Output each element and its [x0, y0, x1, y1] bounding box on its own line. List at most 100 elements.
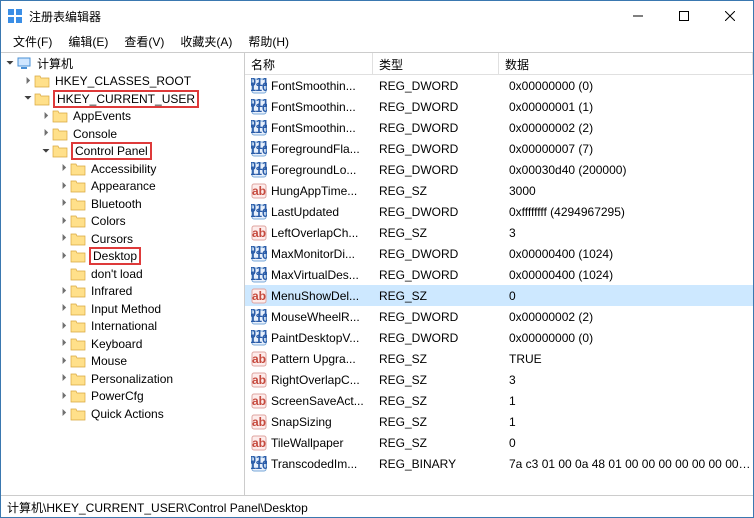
maximize-button[interactable] [661, 1, 707, 31]
value-row[interactable]: 011110LastUpdatedREG_DWORD0xffffffff (42… [245, 201, 753, 222]
value-row[interactable]: 011110FontSmoothin...REG_DWORD0x00000002… [245, 117, 753, 138]
chevron-right-icon[interactable]: ⏵ [58, 338, 70, 349]
chevron-right-icon[interactable]: ⏵ [58, 391, 70, 402]
col-data[interactable]: 数据 [499, 53, 753, 74]
value-row[interactable]: abLeftOverlapCh...REG_SZ3 [245, 222, 753, 243]
chevron-right-icon[interactable]: ⏵ [58, 408, 70, 419]
value-row[interactable]: 011110ForegroundLo...REG_DWORD0x00030d40… [245, 159, 753, 180]
value-row[interactable]: abPattern Upgra...REG_SZTRUE [245, 348, 753, 369]
string-icon: ab [251, 414, 267, 430]
value-name: ScreenSaveAct... [271, 394, 375, 408]
value-row[interactable]: abScreenSaveAct...REG_SZ1 [245, 390, 753, 411]
tree-item[interactable]: ⏵Input Method [1, 300, 244, 318]
folder-icon [70, 407, 86, 421]
chevron-right-icon[interactable]: ⏵ [58, 233, 70, 244]
chevron-right-icon[interactable]: ⏵ [40, 111, 52, 122]
svg-text:110: 110 [251, 206, 267, 220]
chevron-down-icon[interactable]: ⏷ [22, 93, 34, 104]
value-data: 0 [501, 289, 753, 303]
value-data: 0x00000002 (2) [501, 310, 753, 324]
value-row[interactable]: 011110FontSmoothin...REG_DWORD0x00000001… [245, 96, 753, 117]
tree-item[interactable]: ⏵International [1, 318, 244, 336]
chevron-down-icon[interactable]: ⏷ [40, 146, 52, 157]
value-row[interactable]: abHungAppTime...REG_SZ3000 [245, 180, 753, 201]
tree-item[interactable]: ⏵ HKEY_CLASSES_ROOT [1, 73, 244, 91]
binary-icon: 011110 [251, 141, 267, 157]
chevron-right-icon[interactable]: ⏵ [58, 181, 70, 192]
value-row[interactable]: 011110FontSmoothin...REG_DWORD0x00000000… [245, 75, 753, 96]
chevron-right-icon[interactable]: ⏵ [22, 76, 34, 87]
tree-item-label: HKEY_CLASSES_ROOT [53, 74, 193, 88]
tree-item[interactable]: ⏵Quick Actions [1, 405, 244, 423]
menu-view[interactable]: 查看(V) [116, 31, 172, 52]
tree-item[interactable]: ⏵Keyboard [1, 335, 244, 353]
folder-icon [70, 354, 86, 368]
value-type: REG_SZ [375, 352, 501, 366]
tree-item[interactable]: ⏷HKEY_CURRENT_USER [1, 90, 244, 108]
svg-text:110: 110 [251, 311, 267, 325]
chevron-right-icon[interactable]: ⏵ [58, 373, 70, 384]
tree-item[interactable]: ⏵ PowerCfg [1, 388, 244, 406]
value-type: REG_DWORD [375, 310, 501, 324]
svg-text:110: 110 [251, 143, 267, 157]
value-type: REG_SZ [375, 184, 501, 198]
tree-item[interactable]: ⏵ Cursors [1, 230, 244, 248]
tree-item-label: Cursors [89, 232, 135, 246]
value-row[interactable]: abTileWallpaperREG_SZ0 [245, 432, 753, 453]
folder-icon [52, 144, 68, 158]
tree-pane[interactable]: ⏷计算机⏵HKEY_CLASSES_ROOT⏷HKEY_CURRENT_USER… [1, 53, 245, 495]
value-row[interactable]: abRightOverlapC...REG_SZ3 [245, 369, 753, 390]
folder-icon [70, 179, 86, 193]
close-button[interactable] [707, 1, 753, 31]
value-row[interactable]: abSnapSizingREG_SZ1 [245, 411, 753, 432]
menu-favorites[interactable]: 收藏夹(A) [172, 31, 240, 52]
chevron-right-icon[interactable]: ⏵ [58, 198, 70, 209]
tree-item[interactable]: ⏵Infrared [1, 283, 244, 301]
svg-text:110: 110 [251, 458, 267, 472]
tree-item[interactable]: ⏷Control Panel [1, 143, 244, 161]
menu-help[interactable]: 帮助(H) [240, 31, 297, 52]
chevron-right-icon[interactable]: ⏵ [58, 286, 70, 297]
svg-text:110: 110 [251, 332, 267, 346]
string-icon: ab [251, 183, 267, 199]
chevron-right-icon[interactable]: ⏵ [58, 321, 70, 332]
tree-item[interactable]: ⏵Desktop [1, 248, 244, 266]
tree-item[interactable]: ⏵Mouse [1, 353, 244, 371]
chevron-right-icon[interactable]: ⏵ [58, 251, 70, 262]
chevron-right-icon[interactable]: ⏵ [58, 356, 70, 367]
tree-item[interactable]: ⏵Appearance [1, 178, 244, 196]
tree-item[interactable]: ⏵Accessibility [1, 160, 244, 178]
menu-file[interactable]: 文件(F) [5, 31, 60, 52]
value-list[interactable]: 011110FontSmoothin...REG_DWORD0x00000000… [245, 75, 753, 495]
string-icon: ab [251, 351, 267, 367]
tree-item-label: 计算机 [35, 55, 75, 72]
minimize-button[interactable] [615, 1, 661, 31]
value-row[interactable]: 011110PaintDesktopV...REG_DWORD0x0000000… [245, 327, 753, 348]
chevron-right-icon[interactable]: ⏵ [58, 303, 70, 314]
folder-icon [70, 232, 86, 246]
menu-bar: 文件(F) 编辑(E) 查看(V) 收藏夹(A) 帮助(H) [1, 31, 753, 53]
chevron-down-icon[interactable]: ⏷ [4, 58, 16, 69]
value-row[interactable]: 011110MaxVirtualDes...REG_DWORD0x0000040… [245, 264, 753, 285]
folder-icon [70, 197, 86, 211]
tree-item[interactable]: ⏷ 计算机 [1, 55, 244, 73]
value-row[interactable]: 011110TranscodedIm...REG_BINARY7a c3 01 … [245, 453, 753, 474]
col-type[interactable]: 类型 [373, 53, 499, 74]
folder-icon [70, 214, 86, 228]
menu-edit[interactable]: 编辑(E) [60, 31, 116, 52]
chevron-right-icon[interactable]: ⏵ [58, 216, 70, 227]
tree-item[interactable]: ⏵Console [1, 125, 244, 143]
value-row[interactable]: 011110MouseWheelR...REG_DWORD0x00000002 … [245, 306, 753, 327]
tree-item[interactable]: ⏵Colors [1, 213, 244, 231]
tree-item[interactable]: ⏵Personalization [1, 370, 244, 388]
tree-item[interactable]: don't load [1, 265, 244, 283]
value-row[interactable]: 011110MaxMonitorDi...REG_DWORD0x00000400… [245, 243, 753, 264]
col-name[interactable]: 名称 [245, 53, 373, 74]
value-row[interactable]: 011110ForegroundFla...REG_DWORD0x0000000… [245, 138, 753, 159]
tree-item[interactable]: ⏵AppEvents [1, 108, 244, 126]
value-row[interactable]: abMenuShowDel...REG_SZ0 [245, 285, 753, 306]
tree-item[interactable]: ⏵Bluetooth [1, 195, 244, 213]
chevron-right-icon[interactable]: ⏵ [40, 128, 52, 139]
tree-item-label: PowerCfg [89, 389, 146, 403]
chevron-right-icon[interactable]: ⏵ [58, 163, 70, 174]
